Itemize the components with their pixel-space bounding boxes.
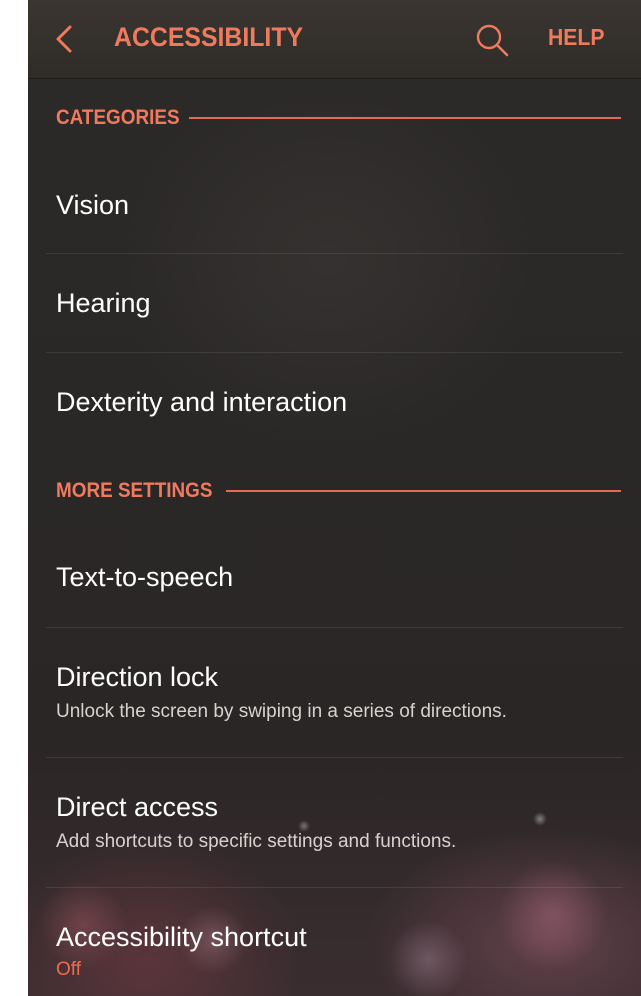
app-bar: ACCESSIBILITY HELP (28, 0, 641, 79)
divider (46, 253, 623, 254)
list-item-accessibility-shortcut[interactable]: Accessibility shortcut Off (56, 922, 621, 981)
item-title: Direction lock (56, 662, 219, 692)
list-item-direction-lock[interactable]: Direction lock Unlock the screen by swip… (56, 662, 621, 723)
item-title: Accessibility shortcut (56, 922, 307, 952)
item-subtitle: Unlock the screen by swiping in a series… (56, 701, 507, 722)
list-item-hearing[interactable]: Hearing (56, 288, 621, 319)
search-button[interactable] (470, 18, 514, 62)
status-value: Off (56, 959, 81, 980)
item-title: Vision (56, 190, 130, 220)
item-title: Hearing (56, 288, 151, 318)
list-item-direct-access[interactable]: Direct access Add shortcuts to specific … (56, 792, 621, 853)
section-header-categories: CATEGORIES (56, 103, 621, 133)
divider (46, 757, 623, 758)
section-label: CATEGORIES (56, 106, 180, 129)
search-icon (476, 24, 509, 57)
list-item-text-to-speech[interactable]: Text-to-speech (56, 562, 621, 593)
page-title: ACCESSIBILITY (114, 22, 304, 52)
accessibility-screen: ACCESSIBILITY HELP CATEGORIES Vision Hea… (28, 0, 641, 996)
item-subtitle: Add shortcuts to specific settings and f… (56, 831, 457, 852)
divider (46, 887, 623, 888)
item-title: Direct access (56, 792, 219, 822)
divider (46, 352, 623, 353)
section-divider-line (189, 117, 621, 119)
list-item-vision[interactable]: Vision (56, 190, 621, 221)
help-button[interactable]: HELP (548, 24, 604, 51)
section-divider-line (225, 490, 621, 492)
back-button[interactable] (46, 19, 82, 59)
section-label: MORE SETTINGS (56, 479, 213, 502)
item-title: Text-to-speech (56, 562, 234, 592)
item-title: Dexterity and interaction (56, 387, 348, 417)
list-item-dexterity[interactable]: Dexterity and interaction (56, 387, 621, 418)
chevron-left-icon (56, 25, 72, 53)
divider (46, 627, 623, 628)
section-header-more-settings: MORE SETTINGS (56, 476, 621, 506)
